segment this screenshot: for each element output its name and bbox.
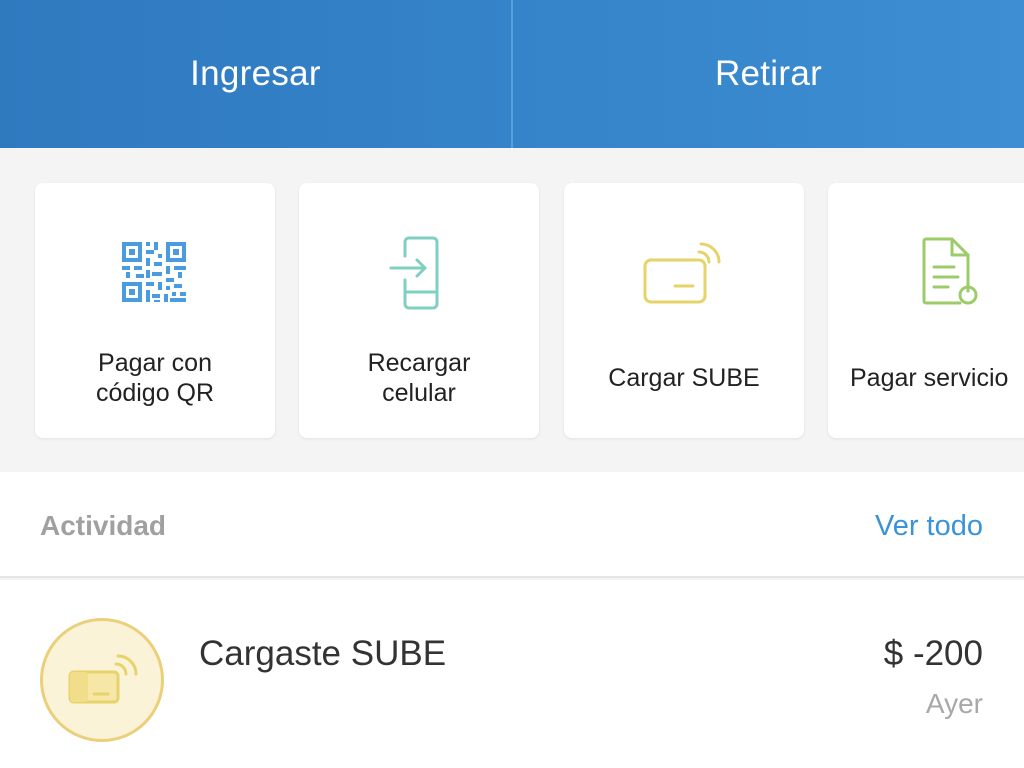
activity-title: Actividad [40,510,167,541]
shortcut-label: Pagar servicio [850,364,1009,392]
see-all-link[interactable]: Ver todo [875,510,983,543]
action-divider [511,0,513,148]
transaction-date: Ayer [925,688,983,719]
shortcut-card-phone-recharge[interactable]: Recargar celular [299,183,539,438]
sube-card-icon [40,618,164,742]
top-action-bar: Ingresar Retirar [0,0,1024,148]
activity-header: Actividad Ver todo [0,472,1024,578]
shortcut-label: Cargar SUBE [608,364,760,392]
phone-recharge-icon [299,235,539,310]
shortcut-card-sube[interactable]: Cargar SUBE [564,183,804,438]
shortcut-card-pay-services[interactable]: Pagar servicio [828,183,1024,438]
activity-list-item[interactable]: Cargaste SUBE $ -200 Ayer [0,580,1024,768]
shortcut-card-qr-payment[interactable]: Pagar con código QR [35,183,275,438]
transaction-title: Cargaste SUBE [199,634,447,673]
shortcut-label: Pagar con código QR [95,349,215,407]
shortcut-label: Recargar celular [367,349,471,407]
bill-document-icon [828,235,1024,310]
shortcut-carousel[interactable]: Pagar con código QR Recargar celular Car… [0,148,1024,472]
withdraw-button[interactable]: Retirar [513,0,1024,148]
sube-card-icon [564,235,804,310]
deposit-button[interactable]: Ingresar [0,0,511,148]
qr-code-icon [35,235,275,310]
transaction-amount: $ -200 [883,634,983,673]
